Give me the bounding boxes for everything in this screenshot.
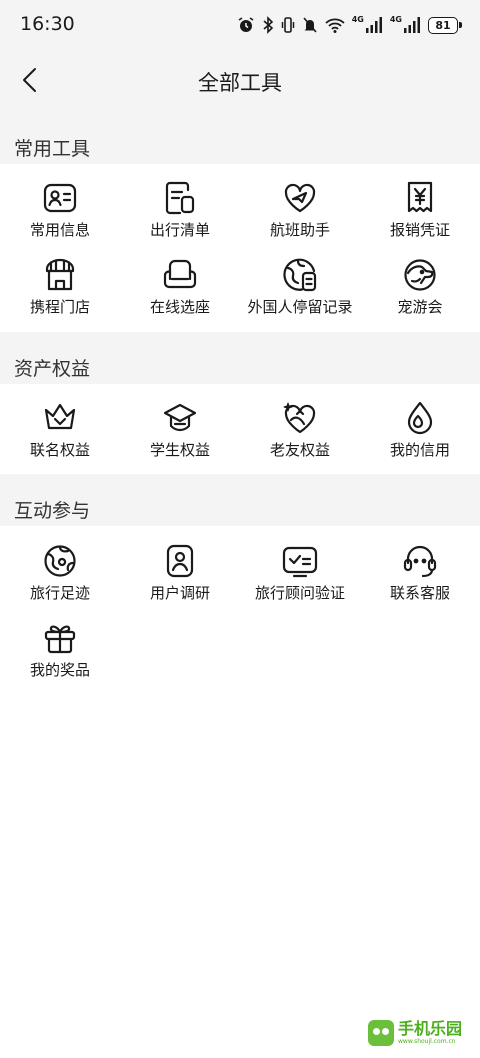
tool-student-benefits[interactable]: 学生权益 <box>120 400 240 470</box>
watermark-icon <box>368 1020 394 1046</box>
tool-label: 老友权益 <box>269 441 330 459</box>
status-icons: 4G 4G 81 <box>237 14 462 36</box>
tool-expense-voucher[interactable]: 报销凭证 <box>360 180 480 250</box>
status-time: 16:30 <box>20 13 75 35</box>
graduation-cap-icon <box>162 400 198 436</box>
tool-pet-travel-club[interactable]: 宠游会 <box>360 257 480 327</box>
headset-icon <box>402 543 438 579</box>
tool-label: 学生权益 <box>149 441 210 459</box>
tool-ctrip-store[interactable]: 携程门店 <box>0 257 120 327</box>
pet-dog-icon <box>402 257 438 293</box>
tool-label: 联系客服 <box>389 584 450 602</box>
status-bar: 16:30 4G 4G 81 <box>0 0 480 50</box>
tool-user-survey[interactable]: 用户调研 <box>120 543 240 613</box>
watermark-logo: 手机乐园 www.shoujl.com.cn <box>368 1016 472 1050</box>
storefront-icon <box>42 257 78 293</box>
signal-label-2: 4G <box>389 14 402 24</box>
tool-travel-checklist[interactable]: 出行清单 <box>120 180 240 250</box>
tool-common-info[interactable]: 常用信息 <box>0 180 120 250</box>
battery-icon: 81 <box>428 16 462 34</box>
contact-card-icon <box>42 180 78 216</box>
gift-icon <box>42 620 78 656</box>
watermark-text: 手机乐园 www.shoujl.com.cn <box>398 1021 462 1045</box>
section-header-asset-benefits: 资产权益 <box>0 332 480 384</box>
section-header-common-tools: 常用工具 <box>0 112 480 164</box>
globe-document-icon <box>282 257 318 293</box>
tool-flight-assistant[interactable]: 航班助手 <box>240 180 360 250</box>
signal-label-1: 4G <box>351 14 364 24</box>
tool-label: 我的奖品 <box>29 661 90 679</box>
verify-card-icon <box>282 543 318 579</box>
tool-label: 外国人停留记录 <box>247 298 353 316</box>
page-title: 全部工具 <box>198 71 282 95</box>
tool-online-seat-selection[interactable]: 在线选座 <box>120 257 240 327</box>
tool-label: 我的信用 <box>389 441 450 459</box>
sparkle-heart-icon <box>282 400 318 436</box>
tool-label: 宠游会 <box>397 298 443 316</box>
vibrate-icon <box>281 17 294 33</box>
tool-label: 报销凭证 <box>389 221 450 239</box>
tool-contact-customer-service[interactable]: 联系客服 <box>360 543 480 613</box>
tool-co-brand-benefits[interactable]: 联名权益 <box>0 400 120 470</box>
tool-travel-footprint[interactable]: 旅行足迹 <box>0 543 120 613</box>
watermark-main: 手机乐园 <box>398 1019 463 1038</box>
tool-label: 出行清单 <box>149 221 210 239</box>
section-title: 常用工具 <box>14 138 91 160</box>
tool-travel-advisor-verification[interactable]: 旅行顾问验证 <box>240 543 360 613</box>
section-header-interaction: 互动参与 <box>0 474 480 526</box>
mute-icon <box>303 17 317 33</box>
checklist-icon <box>162 180 198 216</box>
nav-bar: 全部工具 <box>0 50 480 112</box>
armchair-icon <box>162 257 198 293</box>
alarm-icon <box>238 17 254 32</box>
tool-foreigner-stay-record[interactable]: 外国人停留记录 <box>240 257 360 327</box>
receipt-yen-icon <box>402 180 438 216</box>
tool-label: 常用信息 <box>29 221 90 239</box>
tool-my-credit[interactable]: 我的信用 <box>360 400 480 470</box>
globe-icon <box>42 543 78 579</box>
signal-icon <box>404 17 420 33</box>
section-title: 互动参与 <box>14 500 91 522</box>
tool-old-friend-benefits[interactable]: 老友权益 <box>240 400 360 470</box>
signal-icon <box>365 17 382 33</box>
section-title: 资产权益 <box>14 358 91 380</box>
tool-label: 航班助手 <box>269 221 330 239</box>
crown-icon <box>42 400 78 436</box>
water-drop-icon <box>402 400 438 436</box>
tool-my-prizes[interactable]: 我的奖品 <box>0 620 120 690</box>
bluetooth-icon <box>263 16 273 34</box>
watermark-sub: www.shoujl.com.cn <box>398 1038 456 1045</box>
heart-plane-icon <box>282 180 318 216</box>
wifi-icon <box>325 18 345 33</box>
tool-label: 联名权益 <box>29 441 90 459</box>
tool-label: 用户调研 <box>149 584 210 602</box>
tool-label: 旅行足迹 <box>29 584 90 602</box>
tool-label: 旅行顾问验证 <box>254 584 345 602</box>
tool-label: 在线选座 <box>149 298 210 316</box>
user-survey-icon <box>162 543 198 579</box>
tool-label: 携程门店 <box>29 298 90 316</box>
